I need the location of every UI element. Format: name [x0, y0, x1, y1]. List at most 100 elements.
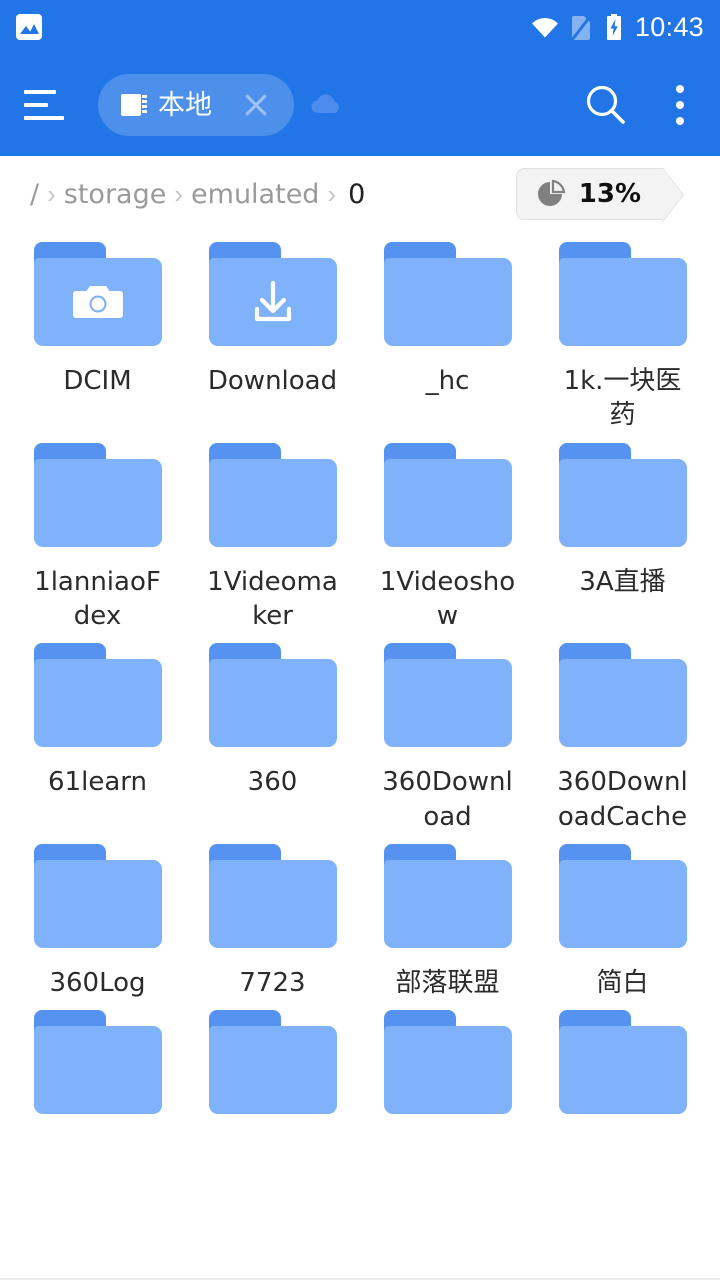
breadcrumb-separator-icon: ›	[47, 178, 56, 209]
tab-strip: 本地	[98, 74, 346, 136]
hamburger-menu-icon[interactable]	[20, 79, 72, 131]
folder-body	[558, 458, 687, 547]
folder-icon	[383, 442, 512, 547]
folder-body	[558, 258, 687, 346]
file-name: 1lanniaoFdex	[34, 566, 161, 631]
folder-icon	[383, 843, 512, 948]
file-item[interactable]	[360, 1000, 535, 1132]
folder-icon	[33, 843, 162, 948]
tab-label: 本地	[158, 89, 212, 121]
folder-icon	[208, 843, 337, 948]
folder-icon	[558, 843, 687, 948]
file-grid: DCIM Download _hc 1k.一块医药 1lanniaoFdex 1…	[0, 232, 720, 1132]
file-item[interactable]: 360	[185, 633, 360, 834]
file-item[interactable]: 360DownloadCache	[535, 633, 710, 834]
folder-body	[208, 659, 337, 748]
file-name: 7723	[239, 967, 306, 998]
folder-icon	[33, 643, 162, 748]
file-name: 1Videoshow	[379, 566, 516, 631]
file-name: 部落联盟	[395, 967, 500, 998]
hamburger-line	[24, 103, 48, 107]
file-item[interactable]: 1k.一块医药	[535, 232, 710, 433]
folder-icon	[208, 442, 337, 547]
app-bar: 本地	[0, 54, 720, 156]
tab-local-storage[interactable]: 本地	[98, 74, 294, 136]
pie-chart-icon	[535, 178, 567, 210]
overflow-dot	[676, 117, 684, 125]
folder-icon	[208, 242, 337, 346]
file-name: 360	[247, 767, 298, 798]
app-bar-actions	[582, 81, 700, 129]
image-notification-icon	[16, 14, 42, 40]
file-name: 360Download	[382, 767, 513, 832]
file-item[interactable]: 360Download	[360, 633, 535, 834]
file-item[interactable]: 1Videoshow	[360, 433, 535, 634]
camera-icon	[34, 258, 162, 346]
file-name: 1k.一块医药	[563, 366, 682, 431]
folder-body	[383, 659, 512, 748]
folder-body	[383, 1026, 512, 1115]
folder-body	[558, 859, 687, 948]
file-item[interactable]: 部落联盟	[360, 834, 535, 1000]
folder-body	[383, 458, 512, 547]
folder-body	[208, 859, 337, 948]
file-item[interactable]: 7723	[185, 834, 360, 1000]
breadcrumb-item-emulated[interactable]: emulated	[191, 179, 319, 210]
file-item[interactable]: DCIM	[10, 232, 185, 433]
folder-icon	[383, 242, 512, 346]
folder-icon	[558, 643, 687, 748]
search-icon[interactable]	[582, 81, 630, 129]
file-manager-screen: 10:43 本地 / › storage › emulated › 0 13% …	[0, 0, 720, 1280]
file-name: 3A直播	[579, 566, 666, 597]
overflow-dot	[676, 101, 684, 109]
file-grid-scroll-area[interactable]: DCIM Download _hc 1k.一块医药 1lanniaoFdex 1…	[0, 232, 720, 1280]
overflow-dot	[676, 85, 684, 93]
storage-usage-percent: 13%	[578, 179, 641, 209]
folder-body	[558, 659, 687, 748]
status-bar-notifications	[16, 14, 42, 40]
file-name: Download	[207, 366, 338, 396]
breadcrumb-bar: / › storage › emulated › 0 13%	[0, 156, 720, 232]
folder-icon	[558, 442, 687, 547]
cloud-icon[interactable]	[306, 85, 346, 125]
file-item[interactable]: 3A直播	[535, 433, 710, 634]
overflow-menu-icon[interactable]	[660, 81, 700, 129]
hamburger-line	[24, 116, 64, 120]
folder-body	[208, 458, 337, 547]
folder-icon	[558, 1010, 687, 1115]
file-name: 61learn	[48, 767, 147, 798]
storage-usage-badge[interactable]: 13%	[515, 168, 664, 220]
file-item[interactable]: 61learn	[10, 633, 185, 834]
breadcrumb-item-0[interactable]: 0	[344, 179, 365, 210]
file-item[interactable]: 1Videomaker	[185, 433, 360, 634]
folder-icon	[383, 1010, 512, 1115]
folder-body	[33, 659, 162, 748]
file-item[interactable]	[185, 1000, 360, 1132]
file-name: _hc	[425, 366, 470, 396]
file-item[interactable]: 简白	[535, 834, 710, 1000]
file-item[interactable]	[10, 1000, 185, 1132]
sd-card-icon	[120, 91, 148, 119]
folder-body	[33, 859, 162, 948]
folder-body	[33, 1026, 162, 1115]
folder-body	[33, 458, 162, 547]
close-icon[interactable]	[234, 83, 278, 127]
folder-icon	[208, 643, 337, 748]
folder-body	[383, 859, 512, 948]
no-sim-card-icon	[570, 13, 594, 41]
breadcrumb: / › storage › emulated › 0	[30, 179, 365, 210]
file-name: 360DownloadCache	[557, 767, 688, 832]
file-item[interactable]: Download	[185, 232, 360, 433]
folder-icon	[33, 1010, 162, 1115]
breadcrumb-item-root[interactable]: /	[30, 179, 39, 210]
file-item[interactable]: _hc	[360, 232, 535, 433]
breadcrumb-item-storage[interactable]: storage	[64, 179, 167, 210]
file-item[interactable]	[535, 1000, 710, 1132]
file-name: DCIM	[63, 366, 132, 396]
file-name: 简白	[596, 967, 649, 998]
file-item[interactable]: 360Log	[10, 834, 185, 1000]
folder-body	[558, 1026, 687, 1115]
file-name: 360Log	[49, 967, 146, 998]
download-icon	[209, 258, 337, 346]
file-item[interactable]: 1lanniaoFdex	[10, 433, 185, 634]
